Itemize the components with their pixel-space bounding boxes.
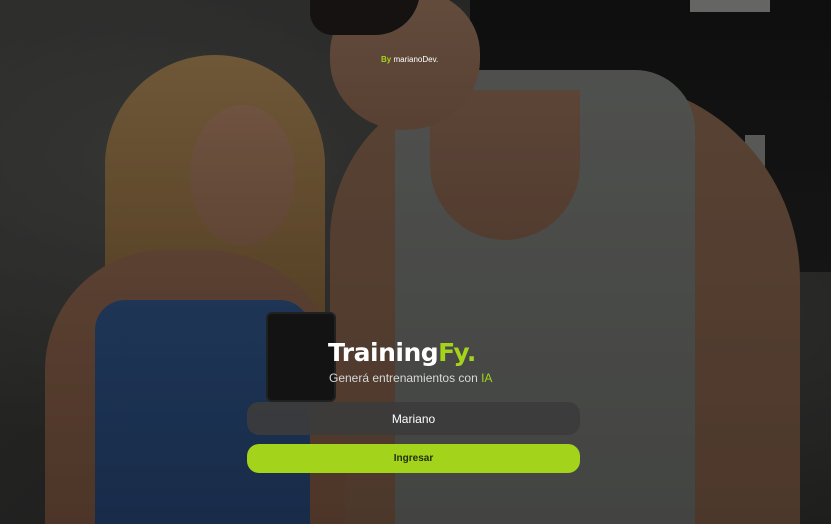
name-input[interactable]	[247, 402, 580, 435]
author-credit: By marianoDev.	[381, 55, 438, 64]
app-logo: TrainingFy.	[328, 338, 476, 367]
tagline-text: Generá entrenamientos con	[329, 371, 482, 385]
tagline-accent: IA	[481, 371, 493, 385]
logo-main: Training	[328, 338, 439, 367]
login-button[interactable]: Ingresar	[247, 444, 580, 473]
credit-prefix: By	[381, 55, 392, 64]
logo-accent: Fy.	[438, 338, 476, 367]
credit-author: marianoDev.	[393, 55, 439, 64]
tagline: Generá entrenamientos con IA	[329, 371, 492, 385]
